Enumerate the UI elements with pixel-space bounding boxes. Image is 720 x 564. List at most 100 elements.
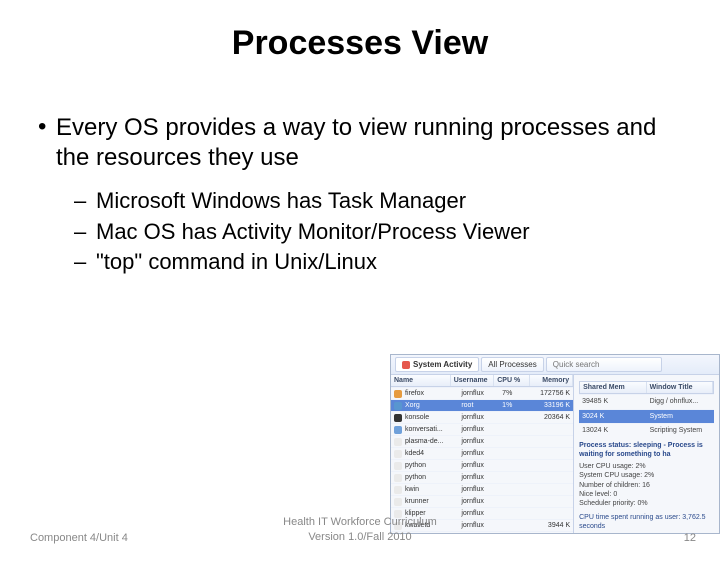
cell-cpu: [499, 453, 532, 455]
cell-mem: [532, 429, 573, 431]
tab-system-activity[interactable]: System Activity: [395, 357, 479, 372]
cell-mem: [532, 513, 573, 515]
table-row[interactable]: Xorgroot1%33196 K: [391, 399, 573, 411]
detail-line: Nice level: 0: [579, 490, 714, 499]
detail-line: Number of children: 16: [579, 481, 714, 490]
cell-user: jornflux: [458, 485, 499, 494]
cell-name: python: [402, 473, 458, 482]
cell-cpu: [499, 417, 532, 419]
process-table: Name Username CPU % Memory firefoxjornfl…: [391, 375, 574, 533]
bullet-level-1: • Every OS provides a way to view runnin…: [38, 113, 682, 173]
table-row[interactable]: konsolejornflux 20364 K: [391, 411, 573, 423]
sub-bullet-list: –Microsoft Windows has Task Manager –Mac…: [74, 187, 682, 277]
table-row[interactable]: kded4jornflux: [391, 447, 573, 459]
dash-marker: –: [74, 248, 96, 277]
tab-label: All Processes: [488, 360, 536, 369]
cell-mem: 33196 K: [532, 401, 573, 410]
footer-component: Component 4/Unit 4: [30, 532, 128, 544]
table-row[interactable]: plasma-de...jornflux: [391, 435, 573, 447]
detail-panel: Shared Mem Window Title 39485 KDigg / oh…: [574, 375, 719, 533]
process-icon: [394, 462, 402, 470]
table-row[interactable]: firefoxjornflux7%172756 K: [391, 387, 573, 399]
activity-icon: [402, 361, 410, 369]
cell-mem: [532, 465, 573, 467]
cell-title: System: [647, 411, 714, 422]
table-row[interactable]: pythonjornflux: [391, 459, 573, 471]
process-icon: [394, 474, 402, 482]
col-memory[interactable]: Memory: [530, 375, 574, 386]
process-icon: [394, 450, 402, 458]
table-row[interactable]: konversati...jornflux: [391, 423, 573, 435]
task-manager-screenshot: System Activity All Processes Name Usern…: [390, 354, 720, 534]
detail-line: Scheduler priority: 0%: [579, 499, 714, 508]
col-username[interactable]: Username: [451, 375, 495, 386]
bullet-marker: •: [38, 113, 56, 173]
cell-user: jornflux: [458, 461, 499, 470]
cell-user: jornflux: [458, 437, 499, 446]
right-row: 3024 KSystem: [579, 409, 714, 423]
sub-bullet: –Mac OS has Activity Monitor/Process Vie…: [74, 218, 682, 247]
right-row: 39485 KDigg / ohnflux...: [579, 394, 714, 408]
tab-all-processes[interactable]: All Processes: [481, 357, 543, 372]
cell-user: jornflux: [458, 509, 499, 518]
right-header: Shared Mem Window Title: [579, 381, 714, 394]
cell-name: krunner: [402, 497, 458, 506]
cell-user: jornflux: [458, 425, 499, 434]
cell-mem: 20364 K: [532, 413, 573, 422]
col-shared-mem[interactable]: Shared Mem: [580, 382, 646, 393]
table-body: firefoxjornflux7%172756 KXorgroot1%33196…: [391, 387, 573, 533]
bullet-text: Every OS provides a way to view running …: [56, 113, 682, 173]
process-status-title: Process status: sleeping - Process is wa…: [579, 441, 714, 460]
cell-user: jornflux: [458, 449, 499, 458]
table-row[interactable]: kwinjornflux: [391, 483, 573, 495]
cell-name: plasma-de...: [402, 437, 458, 446]
cell-mem: 172756 K: [532, 389, 573, 398]
slide-title: Processes View: [0, 24, 720, 63]
cell-user: root: [458, 401, 499, 410]
cell-user: jornflux: [458, 413, 499, 422]
cell-shared: 13024 K: [579, 425, 646, 436]
right-rows: 39485 KDigg / ohnflux...3024 KSystem1302…: [579, 394, 714, 437]
process-icon: [394, 486, 402, 494]
cell-shared: 3024 K: [579, 411, 646, 422]
col-window-title[interactable]: Window Title: [647, 382, 713, 393]
dash-marker: –: [74, 218, 96, 247]
sub-bullet-text: "top" command in Unix/Linux: [96, 248, 377, 277]
sub-bullet-text: Microsoft Windows has Task Manager: [96, 187, 466, 216]
sub-bullet-text: Mac OS has Activity Monitor/Process View…: [96, 218, 530, 247]
bullet-list: • Every OS provides a way to view runnin…: [38, 113, 682, 277]
table-header: Name Username CPU % Memory: [391, 375, 573, 387]
cell-title: Scripting System: [647, 425, 714, 436]
cell-name: konsole: [402, 413, 458, 422]
cell-name: firefox: [402, 389, 458, 398]
cell-title: Digg / ohnflux...: [647, 396, 714, 407]
table-row[interactable]: pythonjornflux: [391, 471, 573, 483]
cell-mem: [532, 489, 573, 491]
cell-cpu: [499, 429, 532, 431]
process-icon: [394, 414, 402, 422]
dash-marker: –: [74, 187, 96, 216]
table-row[interactable]: krunnerjornflux: [391, 495, 573, 507]
cell-name: kwin: [402, 485, 458, 494]
cell-mem: [532, 453, 573, 455]
cell-cpu: [499, 489, 532, 491]
process-icon: [394, 426, 402, 434]
cell-user: jornflux: [458, 473, 499, 482]
cell-mem: [532, 477, 573, 479]
col-name[interactable]: Name: [391, 375, 451, 386]
slide-number: 12: [684, 532, 696, 544]
cell-cpu: [499, 441, 532, 443]
cell-mem: 3944 K: [532, 521, 573, 530]
col-cpu[interactable]: CPU %: [494, 375, 529, 386]
cell-shared: 39485 K: [579, 396, 646, 407]
cell-cpu: 7%: [499, 389, 532, 398]
quick-search-input[interactable]: [546, 357, 662, 372]
process-icon: [394, 402, 402, 410]
cell-cpu: [499, 501, 532, 503]
cell-name: kded4: [402, 449, 458, 458]
detail-line: System CPU usage: 2%: [579, 471, 714, 480]
sub-bullet: –Microsoft Windows has Task Manager: [74, 187, 682, 216]
cpu-time-user: CPU time spent running as user: 3,762.5 …: [579, 513, 714, 532]
cell-cpu: [499, 465, 532, 467]
cell-user: jornflux: [458, 497, 499, 506]
